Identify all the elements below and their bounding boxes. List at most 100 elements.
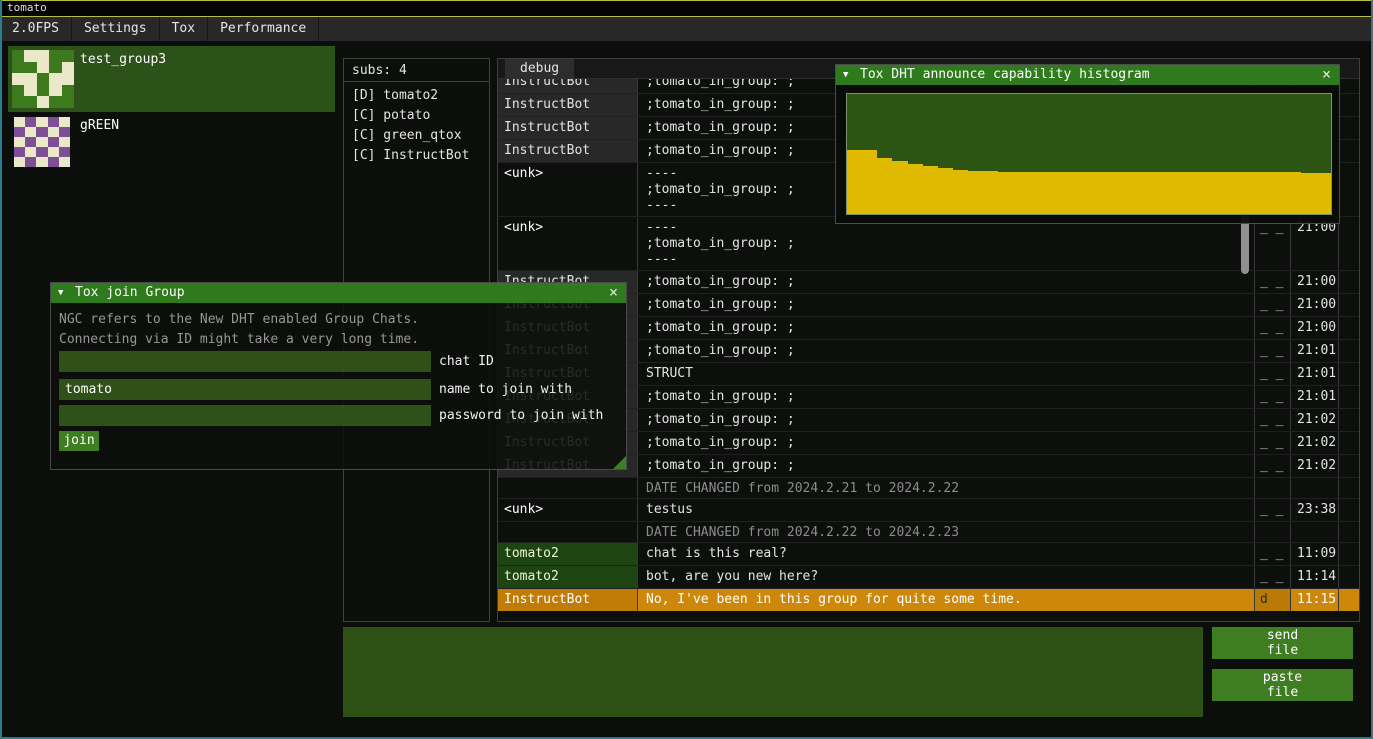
histogram-bar xyxy=(1074,172,1089,214)
message-time: 21:01 xyxy=(1291,363,1339,385)
close-icon[interactable]: × xyxy=(605,284,622,301)
histogram-bar xyxy=(1180,172,1195,214)
group-avatar xyxy=(14,117,70,167)
menu-bar: 2.0FPSSettingsToxPerformance xyxy=(0,17,1373,41)
join-password-input[interactable] xyxy=(59,405,431,426)
chat-id-label: chat ID xyxy=(439,351,494,372)
subs-member[interactable]: [C] green_qtox xyxy=(344,126,489,146)
join-button[interactable]: join xyxy=(59,431,99,451)
sender-name[interactable]: <unk> xyxy=(498,499,638,521)
histogram-bar xyxy=(908,164,923,214)
resize-grip-icon[interactable] xyxy=(613,456,626,469)
row-filler xyxy=(1339,478,1359,498)
close-icon[interactable]: × xyxy=(1318,66,1335,83)
collapse-arrow-icon[interactable]: ▼ xyxy=(843,65,848,85)
row-filler xyxy=(1339,340,1359,362)
chat-message-row: InstructBotNo, I've been in this group f… xyxy=(498,588,1359,611)
histogram-bar xyxy=(1059,172,1074,214)
group-item-test_group3[interactable]: test_group3 xyxy=(8,46,335,112)
group-name: test_group3 xyxy=(80,52,166,67)
menu-item-performance[interactable]: Performance xyxy=(208,17,319,41)
message-text: ;tomato_in_group: ; xyxy=(638,294,1255,316)
sender-name[interactable]: InstructBot xyxy=(498,79,638,93)
delivery-marks: _ _ xyxy=(1255,317,1291,339)
delivery-marks xyxy=(1255,478,1291,498)
subs-member[interactable]: [D] tomato2 xyxy=(344,86,489,106)
subs-header: subs: 4 xyxy=(344,59,489,82)
message-text: chat is this real? xyxy=(638,543,1255,565)
row-filler xyxy=(1339,163,1359,216)
row-filler xyxy=(1339,522,1359,542)
chat-message-row: InstructBot;tomato_in_group: ;_ _21:01 xyxy=(498,385,1359,408)
sender-name[interactable]: InstructBot xyxy=(498,140,638,162)
chat-message-row: InstructBot;tomato_in_group: ;_ _21:02 xyxy=(498,431,1359,454)
message-text: ;tomato_in_group: ; xyxy=(638,386,1255,408)
message-time: 11:09 xyxy=(1291,543,1339,565)
row-filler xyxy=(1339,117,1359,139)
app-titlebar: tomato xyxy=(0,0,1373,17)
message-time: 21:00 xyxy=(1291,317,1339,339)
menu-item-settings[interactable]: Settings xyxy=(72,17,160,41)
delivery-marks: _ _ xyxy=(1255,340,1291,362)
delivery-marks: _ _ xyxy=(1255,499,1291,521)
histogram-plot xyxy=(846,93,1332,215)
join-group-window: ▼ Tox join Group × NGC refers to the New… xyxy=(50,282,627,470)
chat-id-input[interactable] xyxy=(59,351,431,372)
histogram-bar xyxy=(923,166,938,214)
row-filler xyxy=(1339,140,1359,162)
message-time: 21:01 xyxy=(1291,386,1339,408)
sender-name[interactable]: <unk> xyxy=(498,217,638,270)
row-filler xyxy=(1339,317,1359,339)
join-group-titlebar[interactable]: ▼ Tox join Group × xyxy=(51,283,626,303)
histogram-bar xyxy=(1240,172,1255,214)
sender-name[interactable]: tomato2 xyxy=(498,543,638,565)
message-time: 11:15 xyxy=(1291,589,1339,611)
dht-histogram-titlebar[interactable]: ▼ Tox DHT announce capability histogram … xyxy=(836,65,1339,85)
menu-item-tox[interactable]: Tox xyxy=(160,17,208,41)
sender-name[interactable]: InstructBot xyxy=(498,589,638,611)
message-text: bot, are you new here? xyxy=(638,566,1255,588)
group-item-gREEN[interactable]: gREEN xyxy=(8,114,335,172)
tab-debug[interactable]: debug xyxy=(505,59,574,78)
dht-histogram-window: ▼ Tox DHT announce capability histogram … xyxy=(835,64,1340,224)
message-text: ;tomato_in_group: ; xyxy=(638,317,1255,339)
delivery-marks: _ _ xyxy=(1255,217,1291,270)
sender-name[interactable]: <unk> xyxy=(498,163,638,216)
histogram-bar xyxy=(1089,172,1104,214)
message-text: ;tomato_in_group: ; xyxy=(638,340,1255,362)
message-input[interactable] xyxy=(343,627,1203,717)
delivery-marks: _ _ xyxy=(1255,543,1291,565)
histogram-bar xyxy=(1271,172,1286,214)
message-time: 21:00 xyxy=(1291,217,1339,270)
ngc-info-line-2: Connecting via ID might take a very long… xyxy=(59,332,419,347)
subs-member[interactable]: [C] potato xyxy=(344,106,489,126)
message-time: 23:38 xyxy=(1291,499,1339,521)
sender-name[interactable]: tomato2 xyxy=(498,566,638,588)
message-text: DATE CHANGED from 2024.2.21 to 2024.2.22 xyxy=(638,478,1255,498)
paste-file-button[interactable]: paste file xyxy=(1212,669,1353,701)
row-filler xyxy=(1339,363,1359,385)
delivery-marks: _ _ xyxy=(1255,455,1291,477)
message-text: ;tomato_in_group: ; xyxy=(638,409,1255,431)
histogram-bar xyxy=(998,172,1013,214)
message-time: 21:02 xyxy=(1291,409,1339,431)
sender-name[interactable]: InstructBot xyxy=(498,94,638,116)
row-filler xyxy=(1339,271,1359,293)
row-filler xyxy=(1339,409,1359,431)
collapse-arrow-icon[interactable]: ▼ xyxy=(58,283,63,303)
join-password-label: password to join with xyxy=(439,405,603,426)
histogram-bar xyxy=(1134,172,1149,214)
message-time: 21:00 xyxy=(1291,294,1339,316)
histogram-bar xyxy=(877,158,892,214)
send-file-button[interactable]: send file xyxy=(1212,627,1353,659)
chat-message-row: InstructBot;tomato_in_group: ;_ _21:00 xyxy=(498,293,1359,316)
subs-member[interactable]: [C] InstructBot xyxy=(344,146,489,166)
delivery-marks: _ _ xyxy=(1255,294,1291,316)
message-time: 21:01 xyxy=(1291,340,1339,362)
histogram-bar xyxy=(1210,172,1225,214)
histogram-bar xyxy=(968,171,983,214)
join-name-input[interactable]: tomato xyxy=(59,379,431,400)
histogram-bar xyxy=(1225,172,1240,214)
sender-name[interactable]: InstructBot xyxy=(498,117,638,139)
row-filler xyxy=(1339,94,1359,116)
